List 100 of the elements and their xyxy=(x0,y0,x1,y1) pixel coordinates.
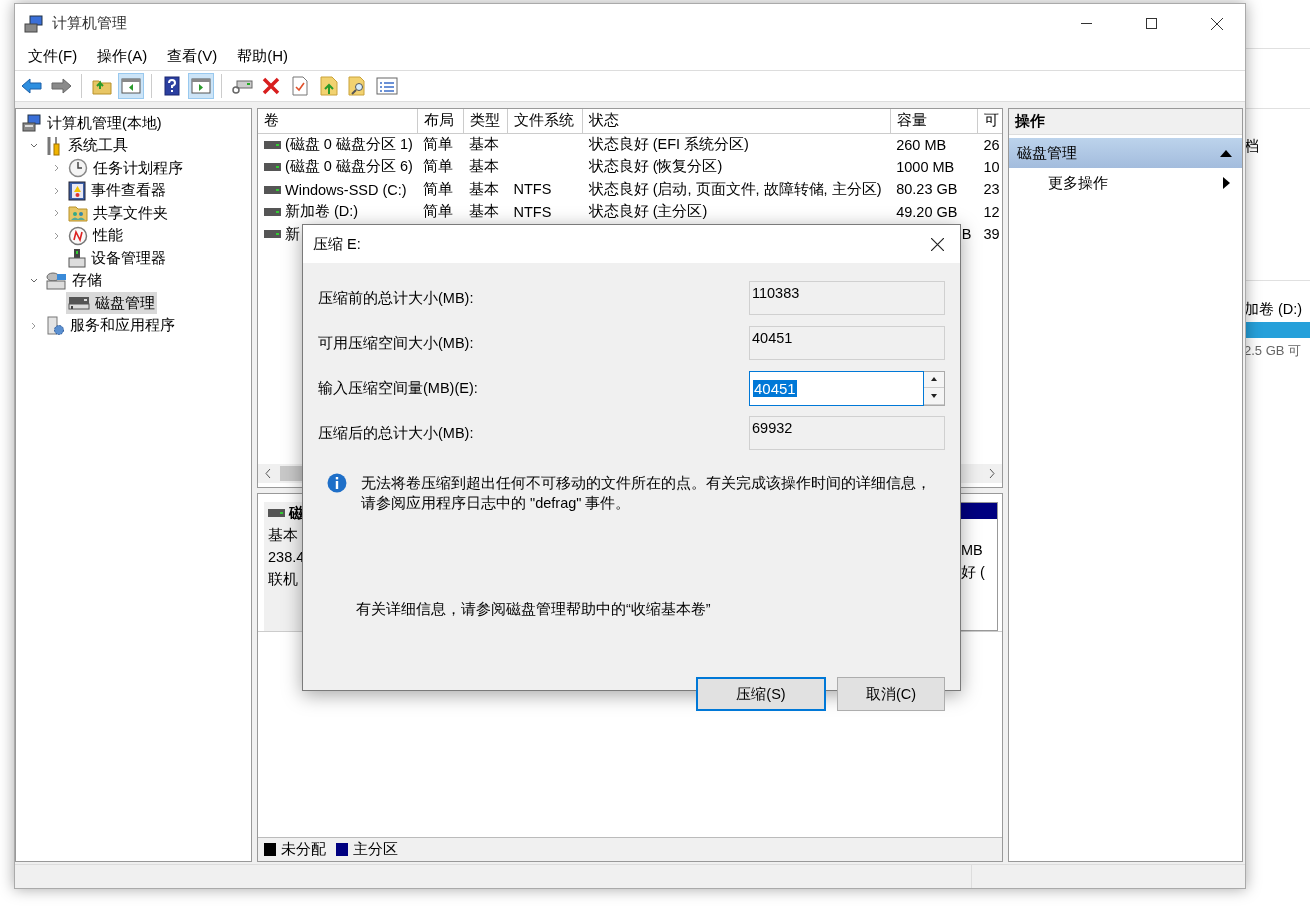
drive-icon xyxy=(264,162,281,171)
tree-item[interactable]: 服务和应用程序 xyxy=(43,314,177,337)
action-item[interactable]: 更多操作 xyxy=(1009,168,1242,198)
close-icon xyxy=(930,237,944,251)
collapse-triangle-icon[interactable] xyxy=(1220,149,1232,157)
spin-down-button[interactable] xyxy=(924,388,944,405)
drive-icon xyxy=(264,185,281,194)
table-cell: 基本 xyxy=(469,157,500,177)
column-header[interactable]: 容量 xyxy=(890,109,978,133)
delete-icon xyxy=(262,77,280,95)
table-cell: 260 MB xyxy=(896,136,947,153)
close-icon xyxy=(1210,17,1223,30)
list-icon xyxy=(376,77,398,95)
table-cell: 49.20 GB xyxy=(896,203,958,220)
help-icon xyxy=(164,76,180,96)
table-cell: 状态良好 (启动, 页面文件, 故障转储, 主分区) xyxy=(588,179,882,199)
drive-icon xyxy=(264,140,281,149)
table-cell: NTFS xyxy=(513,181,552,198)
tree-item[interactable]: 系统工具 xyxy=(43,134,130,157)
tree-item[interactable]: 性能 xyxy=(66,224,125,247)
table-cell: (磁盘 0 磁盘分区 6) xyxy=(264,157,413,177)
drive-icon xyxy=(268,509,285,517)
column-header[interactable]: 可 xyxy=(977,109,1002,133)
pane-toggle-icon xyxy=(121,78,141,94)
forward-arrow-icon xyxy=(50,77,72,95)
table-cell: (磁盘 0 磁盘分区 1) xyxy=(264,135,413,154)
field-label: 可用压缩空间大小(MB): xyxy=(318,333,474,353)
column-header[interactable]: 类型 xyxy=(463,109,508,133)
menu-item[interactable]: 查看(V) xyxy=(157,47,228,66)
help-text: 有关详细信息，请参阅磁盘管理帮助中的“收缩基本卷” xyxy=(355,600,712,619)
table-cell: 新 xyxy=(264,224,300,244)
properties-icon xyxy=(292,76,308,96)
disk-size: 238.4 xyxy=(268,548,306,567)
tree-item[interactable]: 设备管理器 xyxy=(66,247,168,270)
down-triangle-icon xyxy=(931,393,937,398)
table-cell: 简单 xyxy=(423,179,454,199)
column-header[interactable]: 卷 xyxy=(258,109,418,133)
tree-toggle-button[interactable] xyxy=(118,73,144,99)
menu-item[interactable]: 文件(F) xyxy=(18,47,88,66)
disk-status: 联机 xyxy=(268,570,299,589)
table-cell: 状态良好 (主分区) xyxy=(588,202,708,222)
info-icon xyxy=(327,473,347,493)
table-cell: Windows-SSD (C:) xyxy=(264,181,407,198)
submenu-arrow-icon xyxy=(1223,177,1230,189)
partition-bar xyxy=(961,503,997,519)
app-icon xyxy=(24,14,44,33)
column-header[interactable]: 状态 xyxy=(582,109,891,133)
services-icon xyxy=(45,315,65,336)
event-log-icon xyxy=(68,180,86,201)
scrollbar-thumb[interactable] xyxy=(280,466,302,481)
drive-icon xyxy=(264,207,281,216)
table-cell: NTFS xyxy=(513,203,552,220)
spin-up-button[interactable] xyxy=(924,371,944,388)
computer-icon xyxy=(22,114,42,133)
drive-icon xyxy=(264,230,281,239)
tree-item[interactable]: 存储 xyxy=(43,269,104,292)
legend-label: 主分区 xyxy=(353,840,398,859)
tree-item[interactable]: 磁盘管理 xyxy=(66,292,157,315)
shared-folder-icon xyxy=(68,204,88,223)
table-cell: 10 xyxy=(983,158,1000,175)
export-icon xyxy=(320,76,338,96)
field-label: 压缩前的总计大小(MB): xyxy=(318,288,474,308)
readonly-field: 40451 xyxy=(749,326,945,360)
table-cell: 状态良好 (EFI 系统分区) xyxy=(588,135,749,154)
size-input-field[interactable]: 40451 xyxy=(749,370,924,406)
action-section[interactable]: 磁盘管理 xyxy=(1009,138,1242,168)
cancel-button[interactable]: 取消(C) xyxy=(837,677,945,711)
window-title: 计算机管理 xyxy=(52,14,128,33)
tree-item[interactable]: 任务计划程序 xyxy=(66,157,185,180)
table-cell: 80.23 GB xyxy=(896,181,958,198)
column-header[interactable]: 布局 xyxy=(417,109,464,133)
table-cell: 23 xyxy=(983,181,1000,198)
minimize-icon xyxy=(1081,22,1092,25)
menu-item[interactable]: 操作(A) xyxy=(87,47,158,66)
tree-item[interactable]: 共享文件夹 xyxy=(66,202,170,225)
table-cell: 基本 xyxy=(469,179,500,199)
disk-type: 基本 xyxy=(268,526,299,545)
menu-item[interactable]: 帮助(H) xyxy=(227,47,298,66)
table-cell: 12 xyxy=(983,203,1000,220)
folder-up-icon xyxy=(92,77,112,95)
readonly-field: 110383 xyxy=(749,281,945,315)
tree-item[interactable]: 事件查看器 xyxy=(66,179,168,202)
device-icon xyxy=(68,248,86,269)
shrink-button[interactable]: 压缩(S) xyxy=(696,677,826,711)
table-cell: 新加卷 (D:) xyxy=(264,202,359,222)
pane-header: 操作 xyxy=(1009,109,1242,135)
pane-toggle-icon xyxy=(191,78,211,94)
tree-item[interactable]: 计算机管理(本地) xyxy=(20,112,164,135)
dialog-title: 压缩 E: xyxy=(313,234,361,254)
readonly-field: 69932 xyxy=(749,416,945,450)
clock-icon xyxy=(68,158,88,179)
table-cell: 基本 xyxy=(469,135,500,154)
up-triangle-icon xyxy=(931,377,937,382)
column-header[interactable]: 文件系统 xyxy=(507,109,583,133)
search-folder-icon xyxy=(348,76,368,96)
field-label: 输入压缩空间量(MB)(E): xyxy=(318,378,478,398)
table-cell: 简单 xyxy=(423,157,454,177)
table-cell: B xyxy=(961,226,972,243)
gauge-icon xyxy=(68,225,88,246)
partition-size: MB xyxy=(961,541,984,560)
